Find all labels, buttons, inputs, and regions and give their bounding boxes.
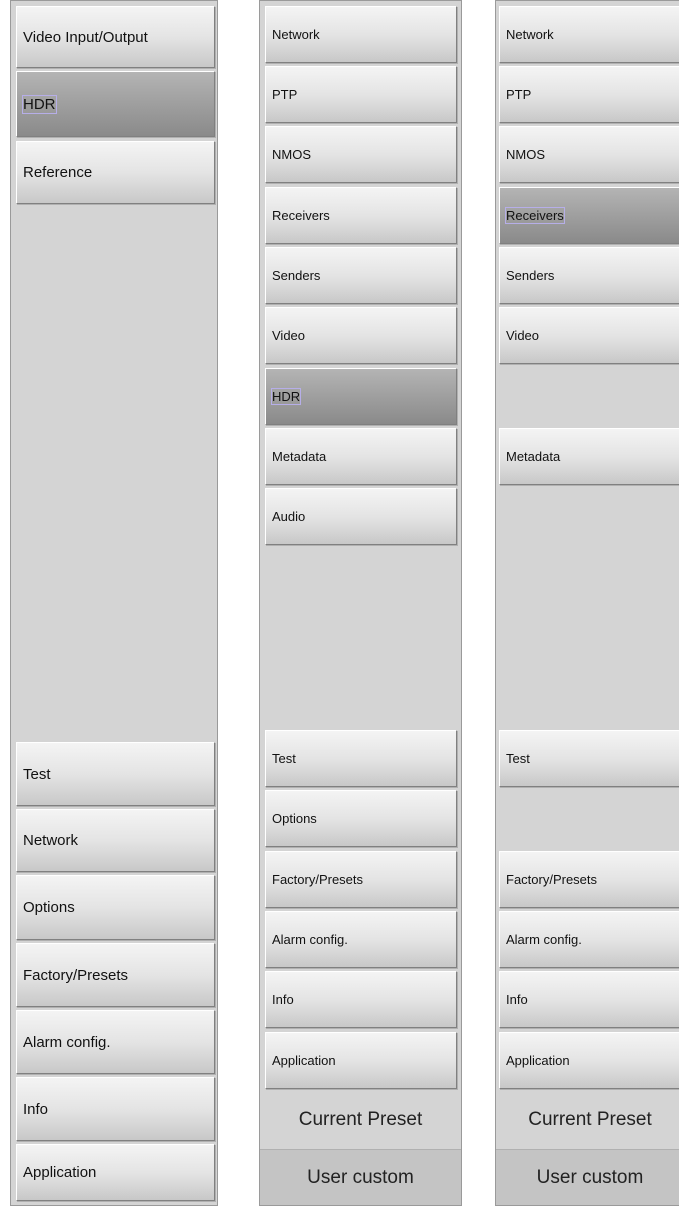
nav-panel-1: Video Input/Output HDR Reference Test Ne… [10, 0, 218, 1206]
nav-button-label: Factory/Presets [272, 872, 364, 887]
nav-button-senders[interactable]: Senders [499, 247, 679, 304]
nav-button-label: Video [506, 328, 540, 343]
nav-button-receivers[interactable]: Receivers [265, 187, 457, 244]
nav-button-nmos[interactable]: NMOS [499, 126, 679, 183]
nav-button-network[interactable]: Network [499, 6, 679, 63]
nav-button-metadata[interactable]: Metadata [499, 428, 679, 485]
nav-button-options[interactable]: Options [16, 875, 215, 940]
nav-panel-2: Network PTP NMOS Receivers Senders Video… [259, 0, 462, 1206]
nav-button-info[interactable]: Info [265, 971, 457, 1028]
nav-button-label: Factory/Presets [23, 966, 129, 984]
nav-button-label: Info [506, 992, 528, 1007]
nav-button-label: Metadata [506, 449, 561, 464]
nav-button-ptp[interactable]: PTP [265, 66, 457, 123]
nav-button-label: Test [506, 751, 530, 766]
current-preset-label: Current Preset [260, 1092, 461, 1147]
nav-button-label: Alarm config. [506, 932, 582, 947]
nav-button-network[interactable]: Network [265, 6, 457, 63]
nav-button-label: Application [23, 1164, 97, 1181]
nav-button-label: NMOS [272, 147, 311, 162]
nav-button-application[interactable]: Application [16, 1144, 215, 1201]
nav-panel-3: Network PTP NMOS Receivers Senders Video… [495, 0, 679, 1206]
nav-button-label: Receivers [505, 207, 565, 224]
nav-button-factory-presets[interactable]: Factory/Presets [265, 851, 457, 908]
nav-button-alarm-config[interactable]: Alarm config. [265, 911, 457, 968]
nav-button-label: Network [23, 832, 79, 849]
current-preset-label: Current Preset [496, 1092, 679, 1147]
nav-button-label: Info [272, 992, 294, 1007]
nav-button-network[interactable]: Network [16, 809, 215, 872]
nav-button-label: PTP [272, 87, 298, 102]
nav-button-label: Metadata [272, 449, 327, 464]
nav-button-alarm-config[interactable]: Alarm config. [16, 1010, 215, 1074]
nav-button-label: HDR [270, 388, 302, 405]
nav-button-video[interactable]: Video [499, 307, 679, 364]
nav-button-label: Test [272, 751, 296, 766]
nav-button-options[interactable]: Options [265, 790, 457, 847]
nav-button-test[interactable]: Test [499, 730, 679, 787]
nav-button-label: Test [23, 765, 51, 783]
current-preset-value[interactable]: User custom [260, 1149, 461, 1205]
nav-button-test[interactable]: Test [16, 742, 215, 806]
nav-button-label: Factory/Presets [506, 872, 598, 887]
nav-button-audio[interactable]: Audio [265, 488, 457, 545]
nav-button-label: HDR [22, 94, 57, 114]
nav-button-label: Application [272, 1053, 336, 1068]
nav-button-receivers[interactable]: Receivers [499, 187, 679, 244]
nav-button-label: Options [23, 899, 75, 916]
nav-button-test[interactable]: Test [265, 730, 457, 787]
nav-button-label: Alarm config. [272, 932, 348, 947]
nav-button-label: Video Input/Output [23, 28, 148, 46]
nav-button-senders[interactable]: Senders [265, 247, 457, 304]
current-preset-value[interactable]: User custom [496, 1149, 679, 1205]
nav-button-label: Network [272, 27, 320, 42]
nav-button-label: PTP [506, 87, 532, 102]
nav-button-application[interactable]: Application [499, 1032, 679, 1089]
nav-button-video-input-output[interactable]: Video Input/Output [16, 6, 215, 68]
nav-button-label: Network [506, 27, 554, 42]
nav-button-hdr[interactable]: HDR [265, 368, 457, 425]
nav-button-label: NMOS [506, 147, 545, 162]
nav-button-nmos[interactable]: NMOS [265, 126, 457, 183]
nav-button-label: Application [506, 1053, 570, 1068]
nav-button-label: Senders [506, 268, 555, 283]
nav-button-label: Info [23, 1100, 49, 1118]
nav-button-factory-presets[interactable]: Factory/Presets [499, 851, 679, 908]
nav-button-label: Receivers [272, 208, 330, 223]
nav-button-label: Reference [23, 164, 93, 181]
nav-button-reference[interactable]: Reference [16, 141, 215, 204]
nav-button-info[interactable]: Info [16, 1077, 215, 1141]
nav-button-label: Alarm config. [23, 1033, 111, 1051]
nav-button-info[interactable]: Info [499, 971, 679, 1028]
nav-button-label: Audio [272, 509, 306, 524]
nav-button-application[interactable]: Application [265, 1032, 457, 1089]
nav-button-metadata[interactable]: Metadata [265, 428, 457, 485]
nav-button-label: Senders [272, 268, 321, 283]
nav-button-alarm-config[interactable]: Alarm config. [499, 911, 679, 968]
nav-button-label: Options [272, 811, 317, 826]
nav-button-hdr[interactable]: HDR [16, 71, 215, 137]
nav-button-factory-presets[interactable]: Factory/Presets [16, 943, 215, 1007]
nav-button-video[interactable]: Video [265, 307, 457, 364]
nav-button-ptp[interactable]: PTP [499, 66, 679, 123]
nav-button-label: Video [272, 328, 306, 343]
